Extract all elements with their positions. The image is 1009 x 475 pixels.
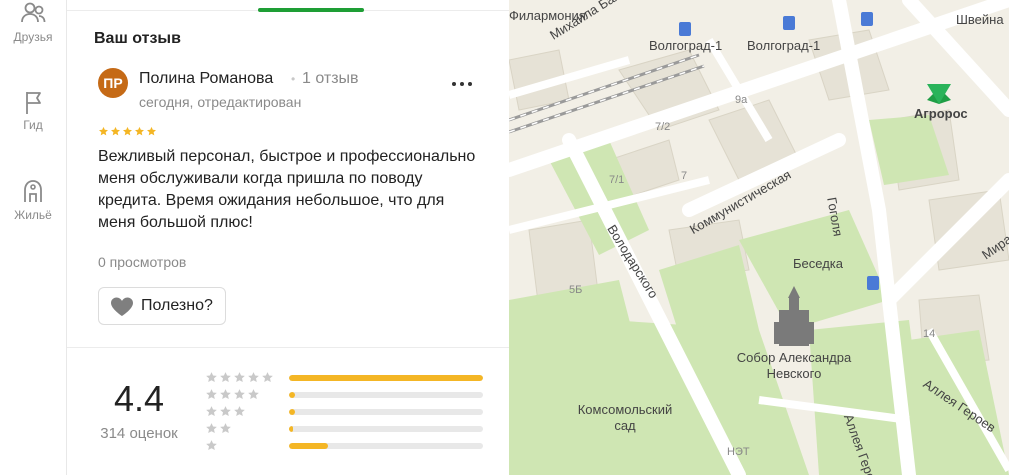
rating-row-fill bbox=[289, 443, 328, 449]
avatar[interactable]: ПР bbox=[98, 68, 128, 98]
more-dots-icon bbox=[452, 82, 456, 86]
more-options-button[interactable] bbox=[449, 74, 475, 94]
star-icon bbox=[206, 389, 217, 400]
map-label: 7/2 bbox=[655, 121, 671, 133]
rating-row-stars bbox=[205, 405, 281, 419]
rating-count: 314 оценок bbox=[100, 425, 178, 442]
star-icon bbox=[248, 389, 259, 400]
star-icon bbox=[206, 406, 217, 417]
map-label: Беседка bbox=[793, 256, 843, 271]
review-text: Вежливый персонал, быстрое и профессиона… bbox=[98, 148, 476, 231]
rating-row-track bbox=[289, 392, 483, 398]
map-label: Собор Александра Невского bbox=[736, 350, 852, 381]
star-icon bbox=[135, 126, 144, 136]
map-label: 9а bbox=[735, 94, 748, 106]
sidebar-item-friends[interactable]: Друзья bbox=[0, 0, 66, 44]
helpful-button[interactable]: Полезно? bbox=[98, 287, 226, 325]
map-label: Агророс bbox=[914, 106, 968, 121]
rating-row-3 bbox=[205, 405, 485, 419]
rating-row-track bbox=[289, 426, 483, 432]
rating-row-fill bbox=[289, 409, 295, 415]
star-icon bbox=[123, 126, 132, 136]
star-icon bbox=[234, 389, 245, 400]
section-divider bbox=[67, 347, 509, 348]
sidebar-item-label: Гид bbox=[23, 118, 43, 132]
map-label: НЭТ bbox=[727, 446, 750, 458]
map-label: Швейна bbox=[956, 12, 1004, 27]
rating-row-track bbox=[289, 409, 483, 415]
rating-row-stars bbox=[205, 388, 281, 402]
rating-value: 4.4 bbox=[113, 378, 165, 419]
star-icon bbox=[220, 423, 231, 434]
flag-icon bbox=[0, 88, 66, 116]
star-icon bbox=[220, 372, 231, 383]
views-count: 0 просмотров bbox=[98, 254, 187, 270]
rating-row-1 bbox=[205, 439, 485, 453]
map-label: Волгоград-1 bbox=[747, 38, 821, 53]
rating-row-fill bbox=[289, 392, 295, 398]
more-dots-icon bbox=[460, 82, 464, 86]
rating-row-stars bbox=[205, 439, 281, 453]
rating-row-stars bbox=[205, 422, 281, 436]
map-label: Волгоград-1 bbox=[649, 38, 723, 53]
rating-row-2 bbox=[205, 422, 485, 436]
star-icon bbox=[220, 406, 231, 417]
rating-row-track bbox=[289, 443, 483, 449]
friends-icon bbox=[0, 0, 66, 28]
sidebar-item-label: Друзья bbox=[13, 30, 53, 44]
separator-dot: • bbox=[291, 72, 296, 86]
rating-row-4 bbox=[205, 388, 485, 402]
sidebar-item-guide[interactable]: Гид bbox=[0, 88, 66, 132]
star-icon bbox=[248, 372, 259, 383]
map-label: 14 bbox=[923, 328, 936, 340]
review-date: сегодня, отредактирован bbox=[139, 94, 302, 110]
author-review-count: 1 отзыв bbox=[302, 70, 359, 87]
map-view[interactable]: Филармония Михаила Балонина Волгоград-1 … bbox=[509, 0, 1009, 475]
helpful-label: Полезно? bbox=[141, 297, 213, 314]
more-dots-icon bbox=[468, 82, 472, 86]
star-icon bbox=[206, 372, 217, 383]
star-icon bbox=[111, 126, 120, 136]
active-tab-indicator[interactable] bbox=[258, 8, 364, 12]
author-name[interactable]: Полина Романова bbox=[139, 70, 273, 88]
star-icon bbox=[262, 372, 273, 383]
rating-row-track bbox=[289, 375, 483, 381]
housing-icon bbox=[0, 176, 66, 206]
star-icon bbox=[234, 406, 245, 417]
star-icon bbox=[220, 389, 231, 400]
rating-row-fill bbox=[289, 375, 483, 381]
map-label: 7 bbox=[681, 170, 688, 182]
star-icon bbox=[147, 126, 156, 136]
rating-row-stars bbox=[205, 371, 281, 385]
star-icon bbox=[206, 423, 217, 434]
star-icon bbox=[99, 126, 108, 136]
sidebar-rail: Друзья Гид Жильё bbox=[0, 0, 67, 475]
rating-row-5 bbox=[205, 371, 485, 385]
map-label: 5Б bbox=[569, 284, 583, 296]
star-icon bbox=[234, 372, 245, 383]
review-stars bbox=[98, 126, 158, 138]
rating-row-fill bbox=[289, 426, 293, 432]
map-label: 7/1 bbox=[609, 174, 625, 186]
sidebar-item-housing[interactable]: Жильё bbox=[0, 176, 66, 222]
star-icon bbox=[206, 440, 217, 451]
review-panel: Ваш отзыв ПР Полина Романова • 1 отзыв с… bbox=[67, 0, 510, 475]
section-title: Ваш отзыв bbox=[94, 30, 181, 47]
map-label: Комсомольский сад bbox=[577, 402, 673, 433]
sidebar-item-label: Жильё bbox=[14, 208, 52, 222]
